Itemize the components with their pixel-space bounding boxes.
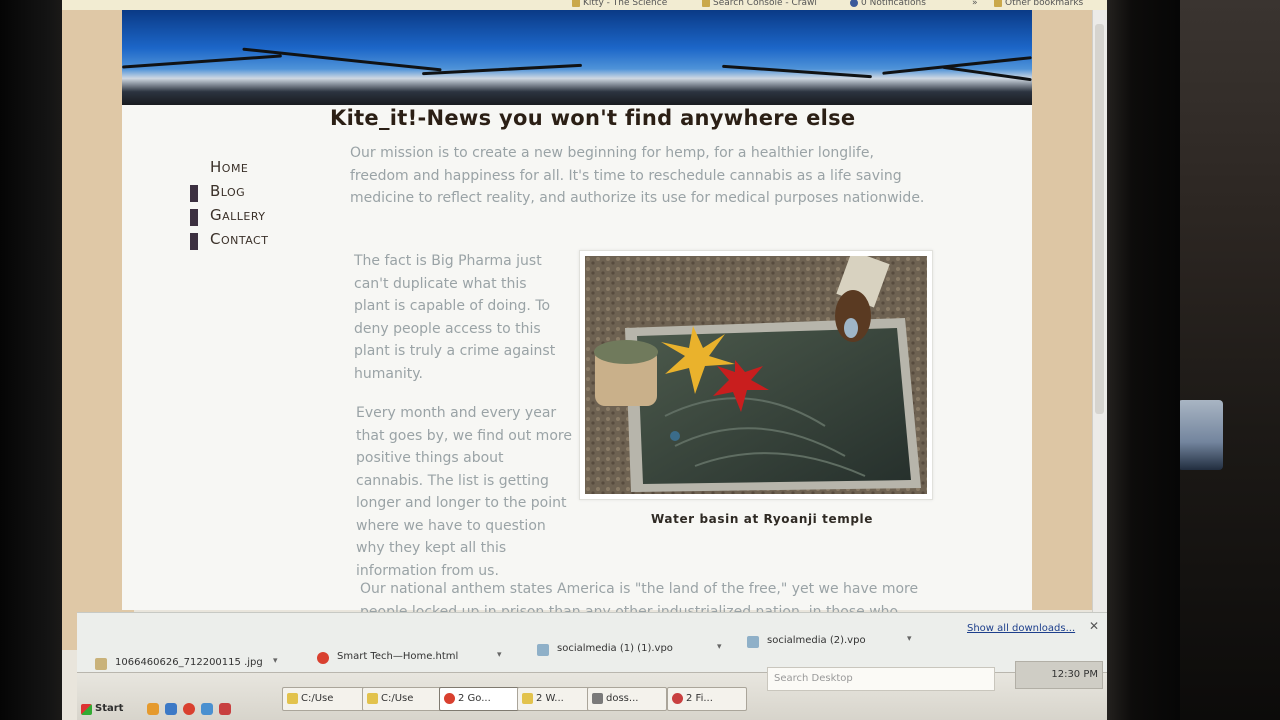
quick-launch-icon[interactable] [201,703,213,715]
task-button-dos[interactable]: doss... [587,687,667,711]
image-file-icon [95,658,107,670]
task-button-chrome[interactable]: 2 Go... [439,687,527,711]
chrome-icon [444,693,455,704]
cannabis-paragraph: Every month and every year that goes by,… [356,405,572,579]
show-all-downloads-link[interactable]: Show all downloads... [967,623,1075,634]
document-icon [522,693,533,704]
chrome-icon [317,652,329,664]
nav-item-home[interactable]: Home [188,158,268,182]
clock[interactable]: 12:30 PM [1051,669,1098,680]
taskbar: Start C:/Use C:/Use 2 Go... 2 W... doss.… [77,661,1107,720]
site-title: Kite_it!-News you won't find anywhere el… [330,106,856,130]
terminal-icon [592,693,603,704]
page-icon [572,0,580,7]
room-background [1170,0,1280,720]
nav-bullet [190,209,198,226]
chevron-down-icon[interactable]: ▾ [497,650,502,660]
download-item-vpo-1[interactable]: socialmedia (1) (1).vpo ▾ [537,642,722,667]
quick-launch-icon[interactable] [147,703,159,715]
browser-icon [672,693,683,704]
mission-paragraph: Our mission is to create a new beginning… [350,145,925,206]
task-button-explorer-1[interactable]: C:/Use [282,687,372,711]
bookmark-notifications[interactable]: 0 Notifications [850,0,926,8]
bookmarks-overflow-chevron[interactable]: » [972,0,978,8]
page-margin-right [1032,10,1092,610]
task-button-explorer-2[interactable]: C:/Use [362,687,450,711]
file-icon [537,644,549,656]
monitor-bezel-left [0,0,70,720]
folder-icon [367,693,378,704]
download-item-vpo-2[interactable]: socialmedia (2).vpo ▾ [747,634,912,659]
water-basin-photo [585,256,927,494]
bookmark-kitty[interactable]: Kitty - The Science [572,0,667,8]
nav-bullet [190,233,198,250]
folder-icon [287,693,298,704]
monitor-screen: Kitty - The Science Search Console - Cra… [62,0,1107,720]
close-icon[interactable]: ✕ [1089,619,1099,633]
bookmarks-bar: Kitty - The Science Search Console - Cra… [62,0,1107,10]
photo-frame [579,250,933,500]
lamp-glow [1178,400,1223,470]
task-button-firefox[interactable]: 2 Fi... [667,687,747,711]
system-tray: 12:30 PM [1015,661,1103,689]
quick-launch-icon[interactable] [165,703,177,715]
search-console-icon [702,0,710,7]
site-nav: Home Blog Gallery Contact [188,158,268,254]
scrollbar-thumb[interactable] [1095,24,1104,414]
bookmark-other[interactable]: Other bookmarks [994,0,1083,8]
header-banner-image [122,10,1032,105]
nav-item-contact[interactable]: Contact [188,230,268,254]
nav-bullet [190,185,198,202]
windows-logo-icon [81,704,92,715]
monitor-bezel-right [1100,0,1180,720]
quick-launch-icon[interactable] [219,703,231,715]
pharma-paragraph: The fact is Big Pharma just can't duplic… [354,253,556,382]
vertical-scrollbar[interactable] [1092,10,1107,615]
nav-item-gallery[interactable]: Gallery [188,206,268,230]
start-button[interactable]: Start [81,703,123,715]
photo-caption: Water basin at Ryoanji temple [651,512,873,526]
taskbar-search-input[interactable]: Search Desktop [767,667,995,691]
chevron-down-icon[interactable]: ▾ [717,642,722,652]
chevron-down-icon[interactable]: ▾ [907,634,912,644]
chrome-icon[interactable] [183,703,195,715]
facebook-icon [850,0,858,7]
file-icon [747,636,759,648]
bookmark-search-console[interactable]: Search Console - Crawl [702,0,817,8]
chevron-down-icon[interactable]: ▾ [273,656,278,666]
nav-item-blog[interactable]: Blog [188,182,268,206]
downloads-bar: 1066460626_712200115 .jpg ▾ Smart Tech—Ho… [77,612,1107,673]
folder-icon [994,0,1002,7]
